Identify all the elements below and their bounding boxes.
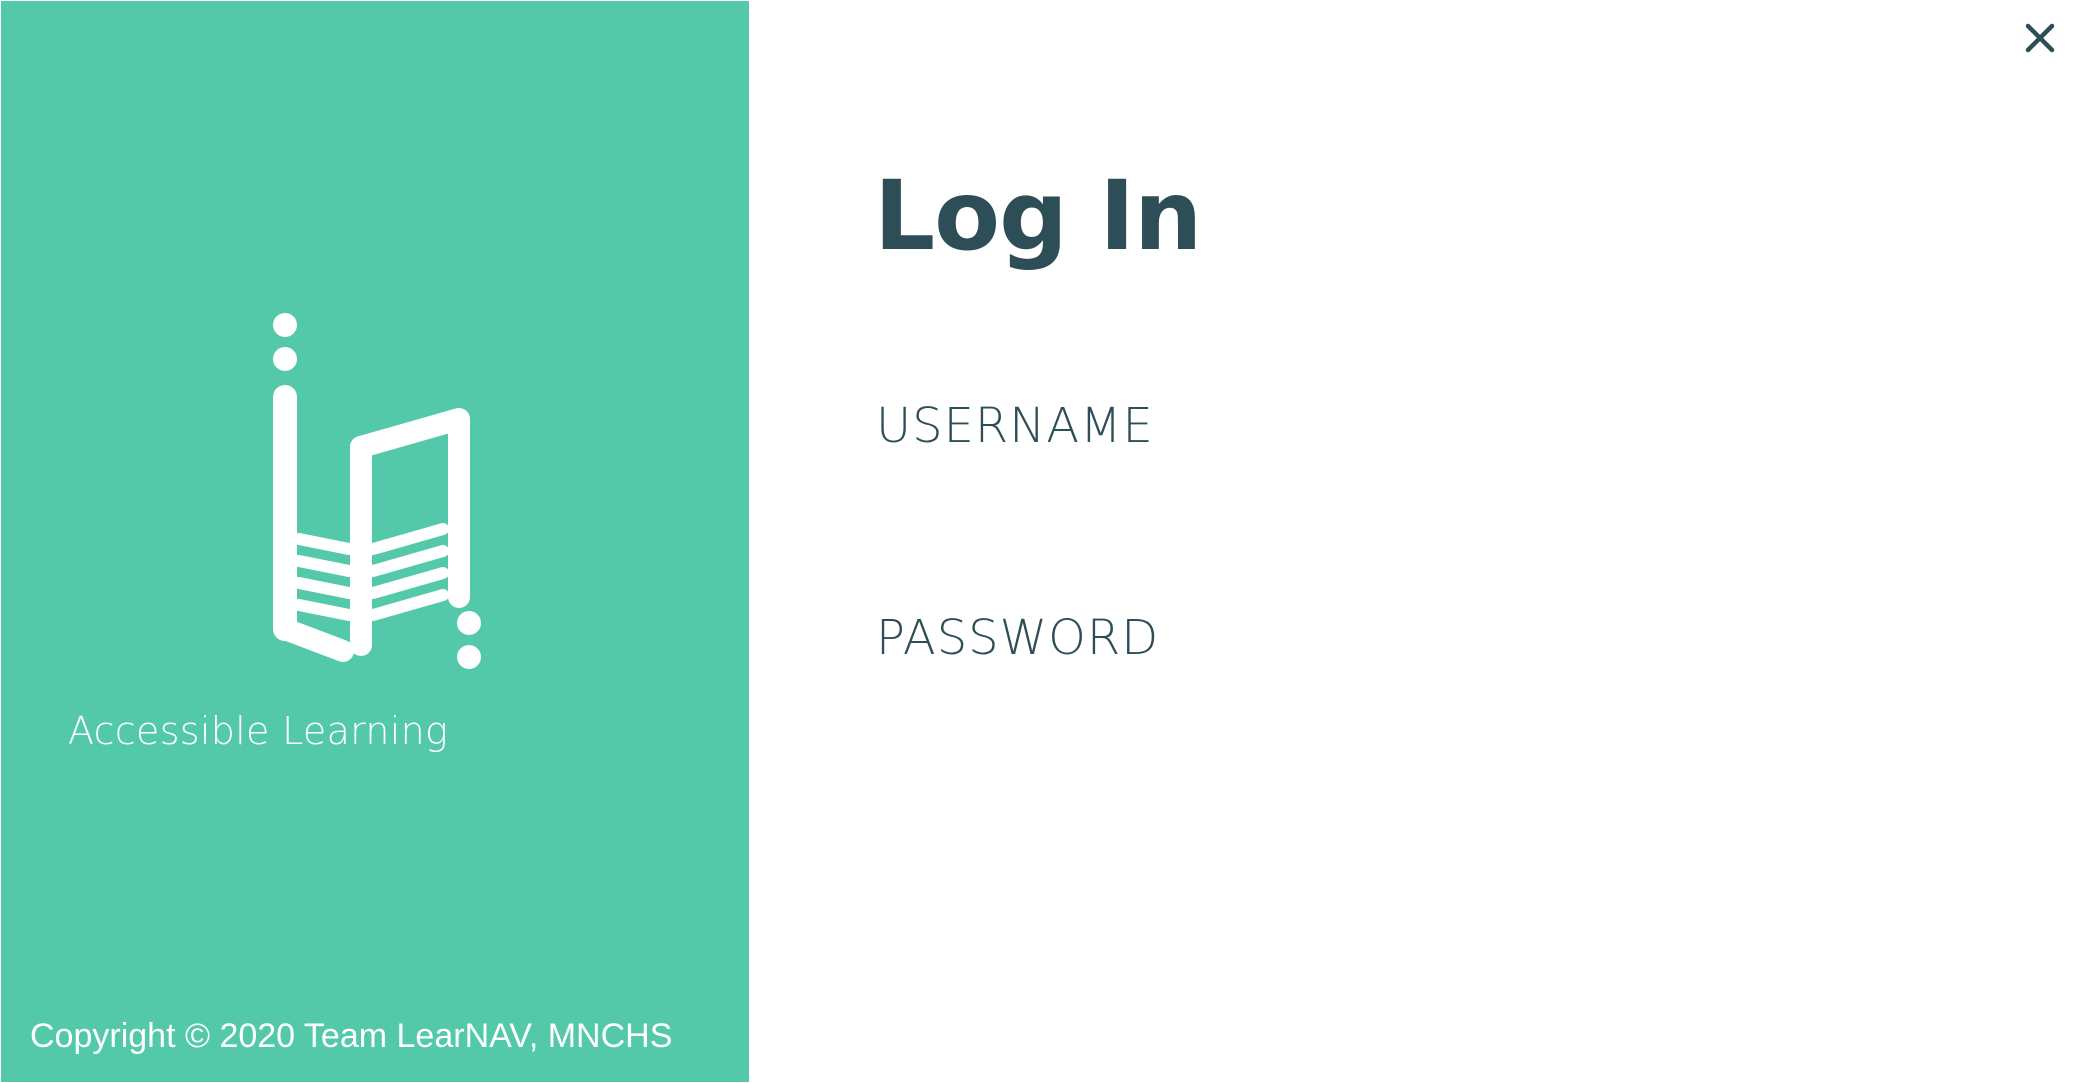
password-input[interactable]	[876, 680, 1880, 746]
copyright-text: Copyright © 2020 Team LearNAV, MNCHS	[30, 1017, 673, 1055]
username-input[interactable]	[876, 468, 1880, 534]
password-label: PASSWORD	[876, 610, 1160, 666]
page-title: Log In	[874, 160, 1202, 272]
login-window: Accessible Learning Copyright © 2020 Tea…	[0, 0, 2090, 1083]
tagline: Accessible Learning	[68, 709, 449, 753]
username-label: USERNAME	[876, 398, 1154, 454]
learnav-logo-icon	[273, 313, 481, 669]
close-icon[interactable]	[2020, 18, 2060, 58]
branding-panel: Accessible Learning Copyright © 2020 Tea…	[1, 1, 749, 1082]
